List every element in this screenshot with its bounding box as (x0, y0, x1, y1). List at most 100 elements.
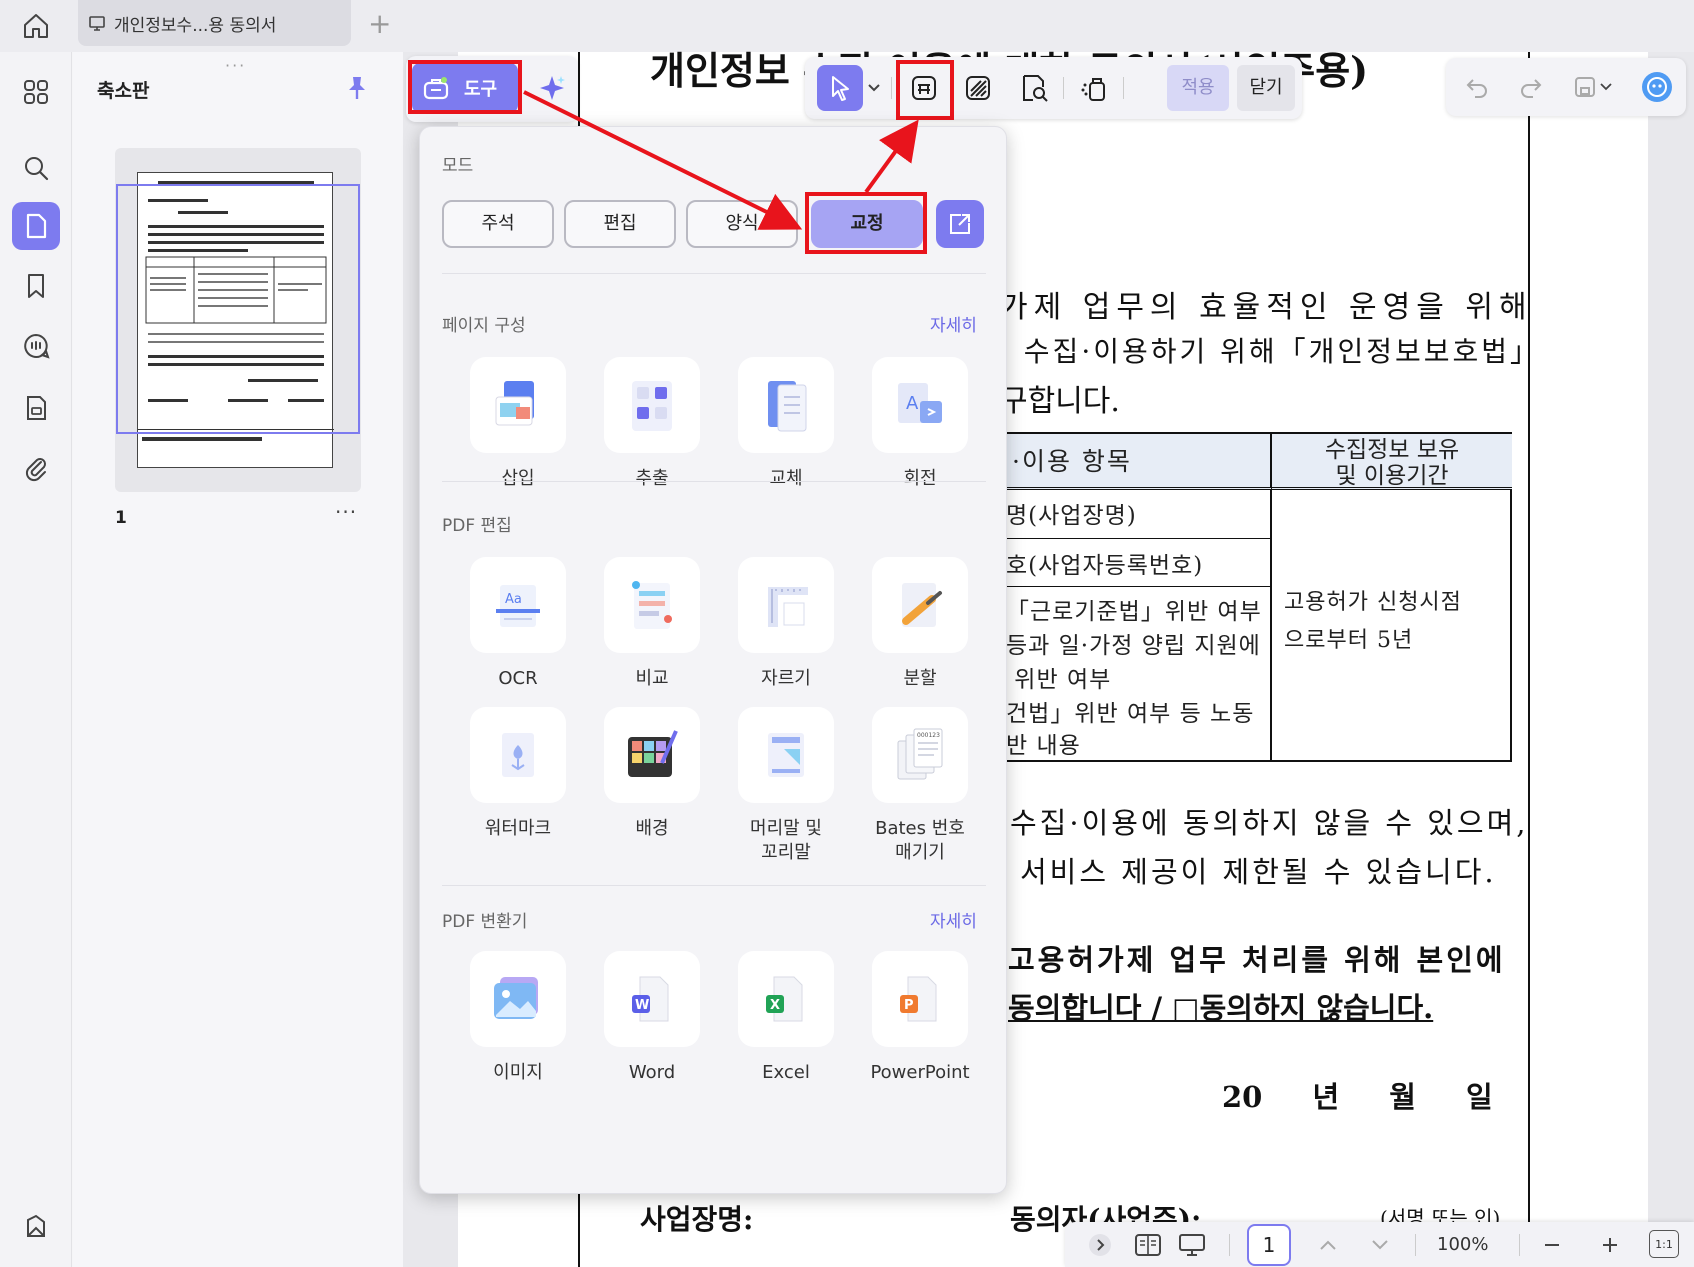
tile-label: Word (628, 1062, 676, 1083)
home-icon[interactable] (18, 8, 54, 44)
pin-icon[interactable] (341, 72, 373, 104)
zoom-in-icon[interactable] (1595, 1230, 1625, 1260)
ai-assistant-icon[interactable] (1640, 70, 1674, 104)
edit-section-title: PDF 편집 (442, 516, 512, 536)
apps-grid-icon[interactable] (12, 68, 60, 116)
stamp-icon[interactable] (12, 384, 60, 432)
word-icon: W (604, 951, 700, 1047)
resize-grip[interactable]: ··· (225, 56, 246, 75)
close-button[interactable]: 닫기 (1237, 65, 1295, 111)
sanitize-icon[interactable] (1071, 65, 1117, 111)
thumbnail-more-button[interactable]: ··· (335, 500, 357, 524)
to-image-tool[interactable]: 이미지 (448, 951, 588, 1085)
actual-size-button[interactable]: 1:1 (1649, 1230, 1679, 1258)
replace-tool[interactable]: 교체 (716, 357, 856, 491)
extract-tool[interactable]: 추출 (582, 357, 722, 491)
new-tab-button[interactable]: + (368, 8, 391, 40)
tile-label: Bates 번호 매기기 (875, 818, 965, 863)
expand-right-icon[interactable] (1085, 1230, 1115, 1260)
to-powerpoint-tool[interactable]: P PowerPoint (850, 951, 990, 1085)
tile-label: 워터마크 (484, 818, 552, 839)
search-redact-icon[interactable] (1011, 65, 1057, 111)
attachment-icon[interactable] (12, 444, 60, 492)
table-items-column: 명(사업장명) 호(사업자등록번호) 「근로기준법」위반 여부 등과 일·가정 … (1002, 490, 1272, 762)
redact-pattern-icon[interactable] (955, 65, 1001, 111)
page-number-input[interactable]: 1 (1247, 1224, 1291, 1266)
ocr-tool[interactable]: Aa OCR (448, 557, 588, 691)
table-row-divider (1002, 586, 1272, 587)
tools-highlight-box (408, 60, 522, 114)
redo-icon[interactable] (1514, 70, 1548, 104)
document-tab[interactable]: 개인정보수...용 동의서 (78, 0, 351, 46)
signature-company-label: 사업장명: (640, 1203, 754, 1236)
mode-comment-button[interactable]: 주석 (442, 200, 554, 248)
mode-edit-button[interactable]: 편집 (564, 200, 676, 248)
divider (442, 885, 986, 886)
extract-pages-icon (604, 357, 700, 453)
ai-sparkle-icon[interactable] (534, 70, 570, 106)
svg-text:Aa: Aa (505, 592, 522, 607)
status-divider (1415, 1234, 1416, 1256)
document-paragraph: 구합니다. (1000, 384, 1120, 419)
comments-icon[interactable] (12, 322, 60, 370)
watermark-tool[interactable]: 워터마크 (448, 707, 588, 841)
zoom-out-icon[interactable] (1537, 1230, 1567, 1260)
presentation-icon (88, 14, 106, 32)
svg-text:A: A (906, 393, 919, 414)
tile-label: 배경 (635, 818, 669, 839)
tile-label: 자르기 (761, 668, 811, 689)
external-link-icon[interactable] (936, 200, 984, 248)
background-icon (604, 707, 700, 803)
chevron-up-icon[interactable] (1313, 1230, 1343, 1260)
ocr-icon: Aa (470, 557, 566, 653)
search-icon[interactable] (12, 144, 60, 192)
watermark-icon (470, 707, 566, 803)
toolbar-divider (1063, 77, 1064, 99)
undo-icon[interactable] (1460, 70, 1494, 104)
sidebar-toggle-icon[interactable] (12, 1202, 60, 1250)
table-row: 호(사업자등록번호) (1006, 553, 1204, 579)
presentation-icon[interactable] (1177, 1230, 1207, 1260)
page-section-more-link[interactable]: 자세히 (930, 311, 977, 336)
to-excel-tool[interactable]: X Excel (716, 951, 856, 1085)
chevron-down-icon[interactable] (1594, 70, 1618, 104)
retention-period: 고용허가 신청시점 으로부터 5년 (1284, 590, 1462, 653)
split-tool[interactable]: 분할 (850, 557, 990, 691)
page-layout-icon[interactable] (1133, 1230, 1163, 1260)
bates-numbering-tool[interactable]: 000123 Bates 번호 매기기 (850, 707, 990, 865)
thumbnails-icon[interactable] (12, 202, 60, 250)
mode-form-button[interactable]: 양식 (686, 200, 798, 248)
tab-title: 개인정보수...용 동의서 (114, 15, 277, 36)
zoom-level[interactable]: 100% (1437, 1234, 1488, 1255)
panel-title: 축소판 (97, 80, 150, 102)
excel-icon: X (738, 951, 834, 1047)
chevron-down-icon[interactable] (861, 65, 887, 111)
compare-tool[interactable]: 비교 (582, 557, 722, 691)
select-cursor-icon[interactable] (817, 65, 863, 111)
chevron-down-icon[interactable] (1365, 1230, 1395, 1260)
tile-label: PowerPoint (870, 1062, 970, 1083)
document-date: 20 년 월 일 (1222, 1080, 1493, 1114)
split-icon (872, 557, 968, 653)
rotate-pages-icon: A (872, 357, 968, 453)
bookmark-icon[interactable] (12, 262, 60, 310)
header-footer-tool[interactable]: 머리말 및 꼬리말 (716, 707, 856, 865)
replace-pages-icon (738, 357, 834, 453)
tile-label: Excel (762, 1062, 810, 1083)
mode-section-title: 모드 (442, 156, 474, 176)
background-tool[interactable]: 배경 (582, 707, 722, 841)
document-paragraph: 가제 업무의 효율적인 운영을 위해 (1000, 290, 1533, 325)
svg-text:P: P (904, 998, 914, 1013)
tile-label: 삽입 (501, 468, 535, 489)
to-word-tool[interactable]: W Word (582, 951, 722, 1085)
svg-text:000123: 000123 (917, 732, 940, 739)
insert-tool[interactable]: 삽입 (448, 357, 588, 491)
table-row-divider (1002, 538, 1272, 539)
convert-section-more-link[interactable]: 자세히 (930, 907, 977, 932)
table-row: 위반 여부 (1006, 667, 1112, 693)
tile-label: 이미지 (493, 1062, 543, 1083)
thumbnail-viewport-frame[interactable] (116, 184, 360, 434)
rotate-tool[interactable]: A 회전 (850, 357, 990, 491)
apply-button[interactable]: 적용 (1167, 65, 1229, 111)
crop-tool[interactable]: 자르기 (716, 557, 856, 691)
